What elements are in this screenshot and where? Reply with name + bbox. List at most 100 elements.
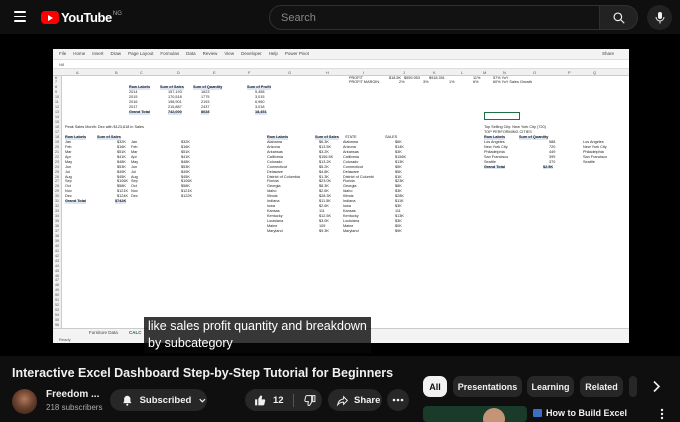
channel-name[interactable]: Freedom ... (46, 389, 99, 400)
channel-avatar[interactable] (12, 389, 37, 414)
more-actions-button[interactable] (387, 389, 409, 411)
column-header: P (568, 69, 571, 75)
voice-search-button[interactable] (647, 5, 672, 30)
cell: Grand Total (65, 199, 87, 205)
chip-related[interactable]: Related (580, 376, 623, 397)
name-box: N8 (59, 62, 65, 67)
cell: San Francisco (583, 154, 608, 159)
cell: $13.2K (319, 159, 332, 164)
playlist-icon (533, 409, 542, 417)
cell: Mar (131, 149, 138, 154)
cell: $51K (117, 149, 126, 154)
cell: 60% YoY Sales Growth (493, 80, 533, 85)
microphone-icon (655, 11, 664, 23)
column-header: A (76, 69, 79, 75)
row-header: 43 (55, 258, 59, 263)
search-icon (613, 12, 625, 24)
menu-view: View (224, 50, 235, 56)
video-title: Interactive Excel Dashboard Step-by-Step… (12, 366, 394, 380)
cell: 3% (423, 80, 429, 85)
cell: 370 (549, 159, 556, 164)
row-header: 42 (55, 253, 59, 258)
column-header: N (503, 69, 506, 75)
sheet-tab-calc: CALC (129, 329, 142, 335)
more-vertical-icon (660, 408, 664, 420)
cell: $4.8K (319, 169, 329, 174)
menu-help: Help (268, 50, 278, 56)
cell: $41K (181, 154, 190, 159)
like-icon[interactable] (254, 394, 267, 407)
cell: 449 (549, 149, 556, 154)
row-header: 40 (55, 243, 59, 248)
search-button[interactable] (600, 5, 638, 30)
menu-file: File (59, 50, 67, 56)
search-input[interactable]: Search (269, 5, 600, 30)
cell: $959.953 (404, 75, 420, 80)
cell: $48K (181, 159, 190, 164)
cell: Delaware (343, 169, 360, 174)
subscribed-button[interactable]: Subscribed (110, 389, 207, 411)
column-header: H (326, 69, 329, 75)
row-header: 44 (55, 263, 59, 268)
subscribed-label: Subscribed (139, 394, 192, 406)
like-dislike-group: 12 (245, 389, 322, 411)
column-header: B (115, 69, 118, 75)
chip-learning[interactable]: Learning (527, 376, 574, 397)
share-label: Share (354, 394, 381, 406)
cell: Maryland (267, 228, 283, 233)
logo-text: YouTube (61, 10, 112, 25)
dislike-icon[interactable] (303, 394, 316, 407)
menu-page-layout: Page Layout (128, 50, 154, 56)
recommendation-title[interactable]: How to Build Excel (546, 408, 627, 418)
cell: $918.391 (429, 75, 445, 80)
top-bar: YouTube NG Search (0, 0, 680, 34)
column-header: F (248, 69, 251, 75)
caption-line-1: like sales profit quantity and breakdown (148, 319, 367, 333)
row-header: 20 (55, 144, 59, 149)
row-header: 17 (55, 129, 59, 134)
sheet-tab-furniture: Furniture Data (89, 329, 118, 335)
menu-icon[interactable] (14, 11, 26, 22)
youtube-logo[interactable]: YouTube NG (41, 10, 122, 25)
column-header: D (177, 69, 180, 75)
cell: $13K (395, 159, 404, 164)
cell: $9K (395, 228, 402, 233)
cell: $41K (117, 154, 126, 159)
formula-bar: N8 (53, 61, 629, 69)
row-header: 39 (55, 238, 59, 243)
column-header: O (533, 69, 537, 75)
chip-all[interactable]: All (423, 376, 447, 397)
cell: $51K (181, 149, 190, 154)
chip-presentations[interactable]: Presentations (453, 376, 522, 397)
cell: $3.2K (319, 149, 329, 154)
cell: May (131, 159, 139, 164)
status-text: Ready (59, 336, 71, 342)
cell: Arkansas (343, 149, 359, 154)
excel-window: File Home Insert Draw Page Layout Formul… (53, 49, 629, 343)
column-header: G (288, 69, 292, 75)
menu-formulas: Formulas (160, 50, 180, 56)
chip-overflow[interactable] (629, 376, 637, 397)
row-header: 18 (55, 134, 59, 139)
menu-developer: Developer (241, 50, 262, 56)
recommendation-more-button[interactable] (660, 408, 664, 420)
column-header: L (461, 69, 464, 75)
cell: Connecticut (343, 164, 364, 169)
cell: Delaware (267, 169, 284, 174)
cell: $53K (181, 164, 190, 169)
cell: Peak Sales Month: Dec with $123,818 in S… (65, 125, 144, 129)
caption-line-2: by subcategory (148, 336, 233, 350)
cell: Mar (65, 149, 72, 154)
cell: $3K (395, 149, 402, 154)
recommendation-thumbnail[interactable] (423, 406, 527, 422)
cell: Colorado (267, 159, 283, 164)
cell: Apr (131, 154, 137, 159)
column-header: J (403, 69, 405, 75)
video-player[interactable]: File Home Insert Draw Page Layout Formul… (0, 34, 680, 356)
chevron-right-icon (653, 380, 661, 393)
cell: San Francisco (484, 154, 509, 159)
cell: Seattle (484, 159, 496, 164)
menu-review: Review (202, 50, 218, 56)
chips-next-button[interactable] (648, 378, 664, 395)
share-button[interactable]: Share (328, 389, 382, 411)
